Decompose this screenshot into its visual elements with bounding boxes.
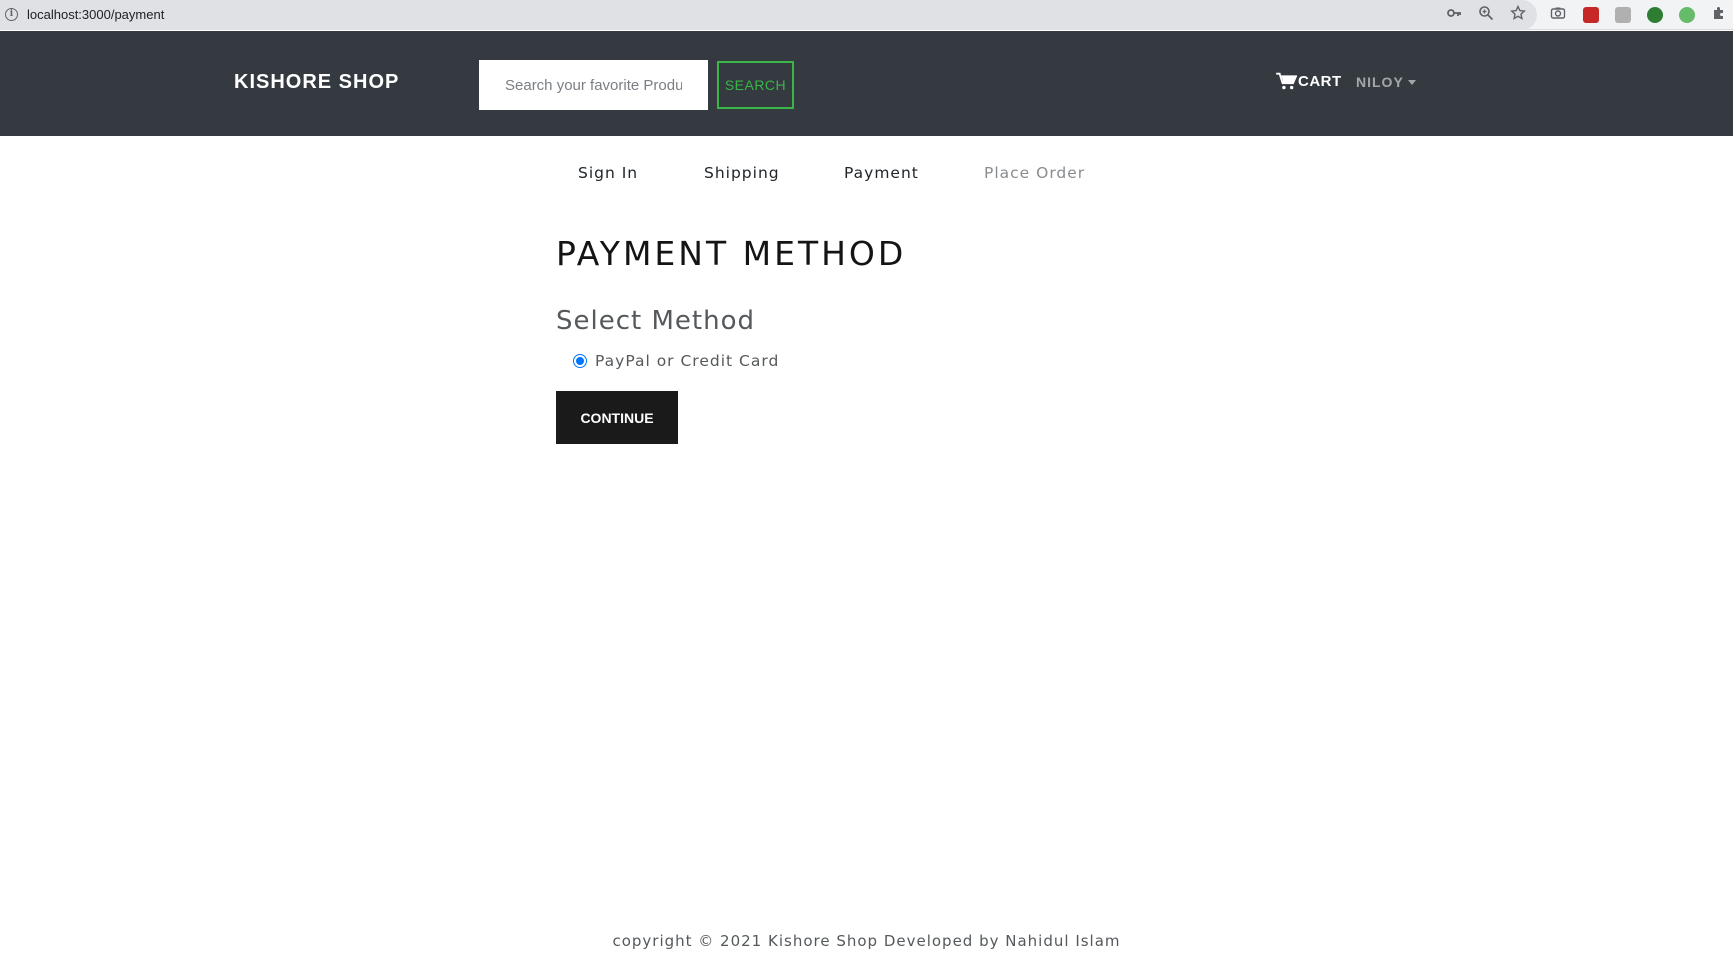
extensions-puzzle-icon[interactable] [1709,5,1729,25]
site-navbar: KISHORE SHOP SEARCH CART NILOY [0,31,1733,136]
caret-down-icon [1407,80,1416,85]
browser-toolbar: i localhost:3000/payment [0,0,1733,30]
cart-link[interactable]: CART [1276,72,1342,91]
site-info-icon[interactable]: i [5,8,18,21]
extension-globe-icon[interactable] [1647,7,1663,23]
radio-selected-dot [576,357,584,365]
search-input[interactable] [479,60,708,110]
shopping-cart-icon [1276,72,1297,90]
address-bar[interactable]: i localhost:3000/payment [0,0,1537,30]
extension-gray-icon[interactable] [1615,7,1631,23]
step-shipping[interactable]: Shipping [704,164,780,182]
page-title: PAYMENT METHOD [556,234,907,273]
camera-icon[interactable] [1548,5,1568,25]
url-text[interactable]: localhost:3000/payment [27,7,164,22]
select-method-heading: Select Method [556,306,755,336]
search-button[interactable]: SEARCH [717,61,794,109]
zoom-icon[interactable] [1476,5,1496,25]
user-name: NILOY [1356,74,1404,90]
footer-copyright: copyright © 2021 Kishore Shop Developed … [612,932,1121,950]
key-icon[interactable] [1444,5,1464,25]
step-place-order: Place Order [984,164,1086,182]
bookmark-star-icon[interactable] [1508,4,1528,25]
paypal-radio[interactable] [573,354,587,368]
continue-button[interactable]: CONTINUE [556,391,678,444]
payment-option-paypal[interactable]: PayPal or Credit Card [573,352,779,370]
user-dropdown[interactable]: NILOY [1356,74,1416,90]
step-payment[interactable]: Payment [844,164,919,182]
extension-green-icon[interactable] [1679,7,1695,23]
paypal-radio-label[interactable]: PayPal or Credit Card [595,352,779,370]
step-sign-in[interactable]: Sign In [578,164,638,182]
extension-red-icon[interactable] [1583,7,1599,23]
checkout-steps: Sign In Shipping Payment Place Order [0,164,1733,188]
cart-label: CART [1298,73,1342,90]
brand-logo[interactable]: KISHORE SHOP [234,71,399,94]
